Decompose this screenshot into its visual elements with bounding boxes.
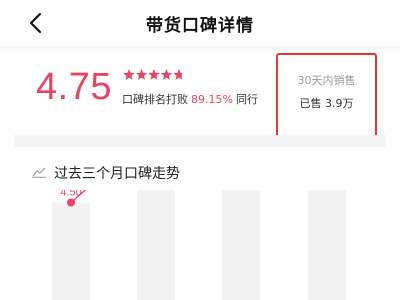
rank-percent: 89.15% xyxy=(191,93,233,106)
star-icon xyxy=(123,69,135,80)
data-point[interactable] xyxy=(67,198,75,207)
chart-column xyxy=(137,190,175,300)
star-icon xyxy=(135,69,148,80)
trend-chart: 4.504.774.734.75 xyxy=(52,190,346,300)
rank-text: 口碑排名打败 89.15% 同行 xyxy=(122,91,258,107)
page-title: 带货口碑详情 xyxy=(146,16,254,36)
star-icon xyxy=(148,69,160,80)
rank-suffix: 同行 xyxy=(235,93,258,106)
sales-card[interactable]: 30天内销售 已售 3.9万 xyxy=(276,53,377,142)
star-icon xyxy=(160,69,173,80)
data-label: 4.50 xyxy=(60,190,81,199)
rank-prefix: 口碑排名打败 xyxy=(122,93,188,106)
chart-column xyxy=(308,190,346,300)
chart-column xyxy=(52,202,90,300)
star-icon xyxy=(173,69,185,80)
chart-column xyxy=(222,190,260,300)
nav-bar: 带货口碑详情 xyxy=(0,0,400,46)
section-divider xyxy=(14,135,386,147)
trend-line xyxy=(70,190,87,204)
trend-line-icon xyxy=(32,167,46,178)
sales-value: 已售 3.9万 xyxy=(299,97,354,110)
trend-section-title: 过去三个月口碑走势 xyxy=(54,166,180,182)
sales-label: 30天内销售 xyxy=(297,74,356,87)
star-rating xyxy=(123,69,185,80)
rating-score: 4.75 xyxy=(36,66,112,108)
